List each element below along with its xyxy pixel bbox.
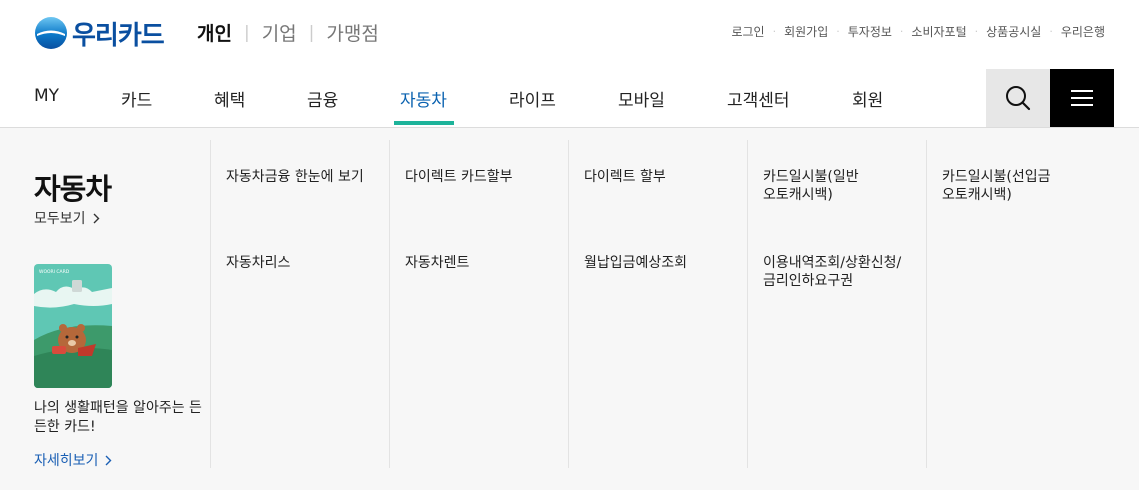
- menu-auto-overview[interactable]: 자동차금융 한눈에 보기: [226, 168, 386, 186]
- chevron-right-icon: [93, 213, 100, 223]
- woori-card-logo[interactable]: 우리카드: [34, 15, 165, 51]
- menu-direct-card-installment[interactable]: 다이렉트 카드할부: [405, 168, 565, 186]
- panel-left-column: 자동차 모두보기 WOORI CARD 나의 생활패턴을 알아주는 든든한 카드…: [34, 128, 210, 490]
- mega-menu-panel: 자동차 모두보기 WOORI CARD 나의 생활패턴을 알아주는 든든한 카드…: [0, 128, 1139, 490]
- view-all-label: 모두보기: [34, 211, 86, 227]
- nav-my[interactable]: MY: [34, 86, 59, 106]
- hamburger-icon: [1071, 90, 1093, 106]
- util-divider: ·: [772, 25, 777, 38]
- all-menu-button[interactable]: [1050, 69, 1114, 127]
- chevron-right-icon: [105, 455, 112, 465]
- search-icon: [1006, 86, 1031, 111]
- nav-customer-center[interactable]: 고객센터: [727, 86, 790, 111]
- top-header: 우리카드 개인 | 기업 | 가맹점 로그인 · 회원가입 · 투자정보 · 소…: [0, 0, 1139, 66]
- nav-member[interactable]: 회원: [852, 86, 883, 111]
- util-disclosure[interactable]: 상품공시실: [986, 23, 1041, 40]
- util-woori-bank[interactable]: 우리은행: [1061, 23, 1105, 40]
- util-consumer[interactable]: 소비자포털: [911, 23, 966, 40]
- util-login[interactable]: 로그인: [731, 23, 764, 40]
- detail-link[interactable]: 자세히보기: [34, 450, 112, 470]
- util-investor[interactable]: 투자정보: [848, 23, 892, 40]
- nav-finance[interactable]: 금융: [307, 86, 338, 111]
- nav-auto[interactable]: 자동차: [400, 86, 447, 111]
- customer-segment-nav: 개인 | 기업 | 가맹점: [197, 19, 379, 46]
- menu-direct-installment[interactable]: 다이렉트 할부: [584, 168, 744, 186]
- menu-usage-repayment-rate-cut[interactable]: 이용내역조회/상환신청/금리인하요구권: [763, 254, 923, 290]
- nav-life[interactable]: 라이프: [509, 86, 556, 111]
- menu-auto-rent[interactable]: 자동차렌트: [405, 254, 565, 272]
- util-signup[interactable]: 회원가입: [784, 23, 828, 40]
- menu-monthly-payment-estimate[interactable]: 월납입금예상조회: [584, 254, 744, 272]
- active-nav-indicator: [394, 121, 454, 125]
- nav-mobile[interactable]: 모바일: [618, 86, 665, 111]
- woori-logo-icon: [35, 17, 67, 49]
- detail-link-label: 자세히보기: [34, 453, 99, 469]
- segment-personal[interactable]: 개인: [197, 19, 232, 46]
- svg-text:WOORI CARD: WOORI CARD: [39, 269, 70, 275]
- segment-divider: |: [308, 22, 315, 43]
- promo-card-image[interactable]: WOORI CARD: [34, 264, 112, 388]
- main-nav: MY 카드 혜택 금융 자동차 라이프 모바일 고객센터 회원: [0, 69, 1139, 127]
- column-divider: [210, 140, 211, 468]
- column-divider: [747, 140, 748, 468]
- menu-lump-sum-auto-cashback[interactable]: 카드일시불(일반 오토캐시백): [763, 168, 923, 204]
- panel-title: 자동차: [34, 172, 112, 206]
- column-divider: [568, 140, 569, 468]
- segment-business[interactable]: 기업: [262, 19, 297, 46]
- util-divider: ·: [836, 25, 840, 38]
- menu-auto-lease[interactable]: 자동차리스: [226, 254, 386, 272]
- card-illustration: WOORI CARD: [34, 264, 112, 388]
- column-divider: [389, 140, 390, 468]
- util-divider: ·: [974, 25, 979, 38]
- column-divider: [926, 140, 927, 468]
- nav-card[interactable]: 카드: [121, 86, 152, 111]
- utility-links: 로그인 · 회원가입 · 투자정보 · 소비자포털 · 상품공시실 · 우리은행: [731, 23, 1105, 40]
- menu-prepaid-auto-cashback[interactable]: 카드일시불(선입금 오토캐시백): [942, 168, 1102, 204]
- promo-text: 나의 생활패턴을 알아주는 든든한 카드!: [34, 400, 202, 435]
- logo-text: 우리카드: [72, 20, 165, 51]
- util-divider: ·: [899, 25, 904, 38]
- segment-divider: |: [243, 22, 250, 43]
- view-all-link[interactable]: 모두보기: [34, 208, 100, 228]
- segment-merchant[interactable]: 가맹점: [326, 19, 378, 46]
- nav-benefit[interactable]: 혜택: [214, 86, 245, 111]
- util-divider: ·: [1049, 25, 1053, 38]
- search-button[interactable]: [986, 69, 1050, 127]
